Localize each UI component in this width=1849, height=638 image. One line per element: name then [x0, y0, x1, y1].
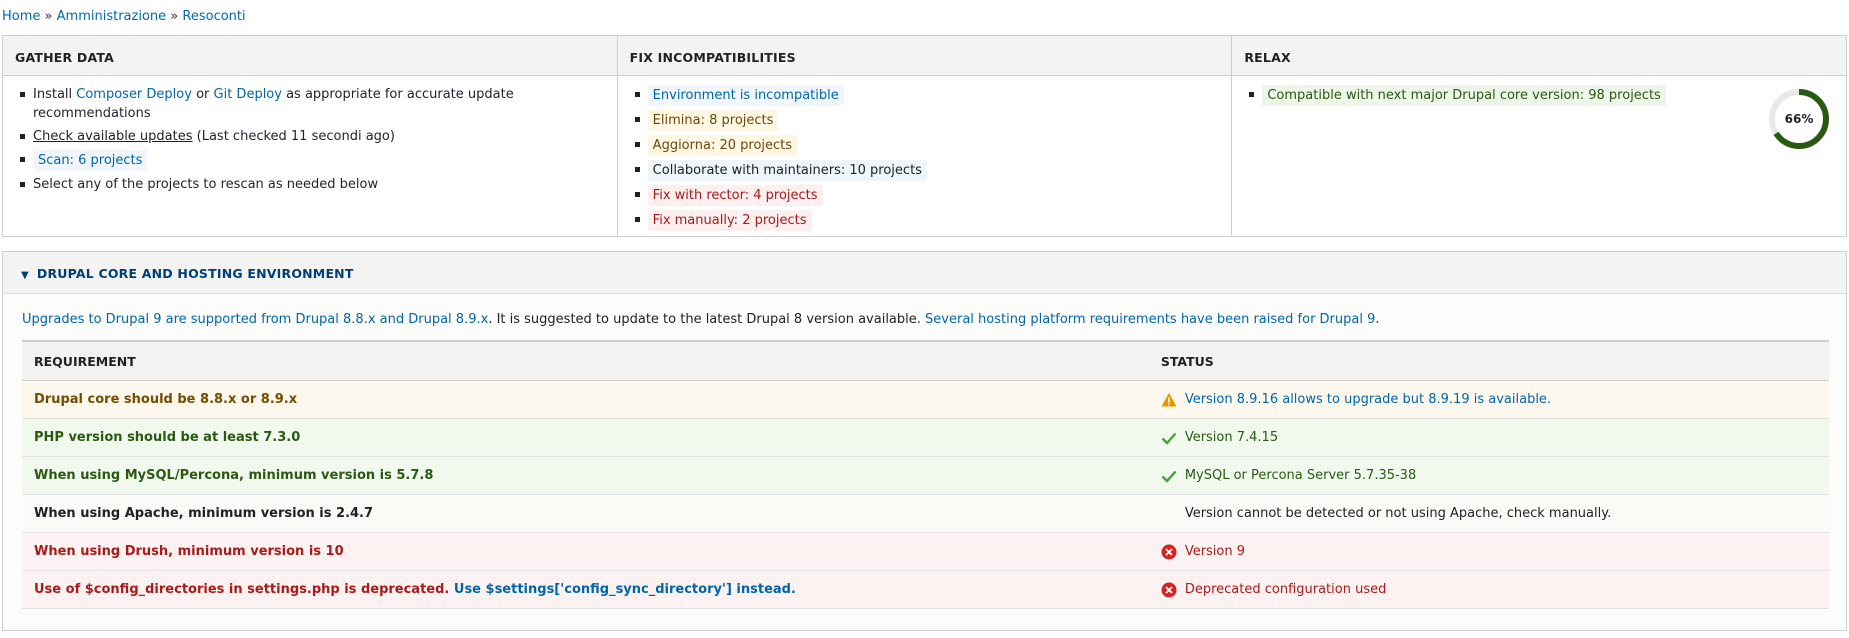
- relax-column: RELAX Compatible with next major Drupal …: [1232, 36, 1847, 236]
- status-cell: Version 9: [1148, 532, 1829, 571]
- or-text: or: [191, 87, 214, 102]
- table-row: When using MySQL/Percona, minimum versio…: [22, 456, 1829, 495]
- select-projects-item: Select any of the projects to rescan as …: [15, 175, 605, 194]
- requirement-cell: Use of $config_directories in settings.p…: [22, 570, 1149, 609]
- environment-intro-text: Upgrades to Drupal 9 are supported from …: [3, 294, 1846, 327]
- status-cell: Deprecated configuration used: [1148, 570, 1829, 609]
- table-row: Use of $config_directories in settings.p…: [22, 570, 1829, 609]
- triangle-down-icon: ▼: [21, 270, 29, 281]
- compatibility-progress-gauge: 66%: [1766, 86, 1832, 152]
- requirement-cell: When using MySQL/Percona, minimum versio…: [22, 456, 1149, 495]
- list-item: Environment is incompatible: [630, 85, 1220, 106]
- requirement-text: Use of $config_directories in settings.p…: [34, 582, 450, 597]
- gather-data-heading: GATHER DATA: [3, 36, 617, 76]
- fix-incompatibilities-column: FIX INCOMPATIBILITIES Environment is inc…: [617, 36, 1233, 236]
- status-text: MySQL or Percona Server 5.7.35-38: [1184, 468, 1417, 483]
- warning-icon: [1161, 393, 1177, 407]
- list-item: Fix manually: 2 projects: [630, 210, 1220, 231]
- fix-incompatibilities-list: Environment is incompatible Elimina: 8 p…: [630, 85, 1220, 231]
- list-item: Fix with rector: 4 projects: [630, 185, 1220, 206]
- details-summary-title: DRUPAL CORE AND HOSTING ENVIRONMENT: [36, 266, 354, 281]
- install-instruction: Install Composer Deploy or Git Deploy as…: [15, 85, 605, 123]
- hosting-requirements-link[interactable]: Several hosting platform requirements ha…: [925, 312, 1375, 327]
- fix-with-rector-link[interactable]: Fix with rector: 4 projects: [647, 185, 823, 206]
- list-item: Collaborate with maintainers: 10 project…: [630, 160, 1220, 181]
- breadcrumb-home-link[interactable]: Home: [2, 9, 40, 24]
- table-row: Drupal core should be 8.8.x or 8.9.x Ver…: [22, 380, 1829, 419]
- remove-projects-link[interactable]: Elimina: 8 projects: [647, 110, 779, 131]
- fix-incompatibilities-heading: FIX INCOMPATIBILITIES: [617, 36, 1232, 76]
- checkmark-icon: [1161, 432, 1177, 445]
- gather-data-column: GATHER DATA Install Composer Deploy or G…: [3, 36, 618, 236]
- error-icon: [1161, 582, 1177, 598]
- check-updates-link[interactable]: Check available updates: [33, 129, 193, 144]
- relax-list: Compatible with next major Drupal core v…: [1244, 85, 1834, 106]
- status-column-header: STATUS: [1148, 340, 1829, 381]
- composer-deploy-link[interactable]: Composer Deploy: [76, 87, 192, 102]
- update-projects-link[interactable]: Aggiorna: 20 projects: [647, 135, 798, 156]
- table-row: PHP version should be at least 7.3.0 Ver…: [22, 418, 1829, 457]
- requirement-column-header: REQUIREMENT: [22, 340, 1149, 381]
- install-prefix-text: Install: [33, 87, 77, 102]
- check-updates-item: Check available updates (Last checked 11…: [15, 127, 605, 146]
- breadcrumb-separator: »: [44, 9, 53, 24]
- drupal-core-environment-details: ▼ DRUPAL CORE AND HOSTING ENVIRONMENT Upg…: [2, 251, 1847, 631]
- scan-item: Scan: 6 projects: [15, 150, 605, 171]
- environment-incompatible-link[interactable]: Environment is incompatible: [647, 85, 844, 106]
- fix-manually-link[interactable]: Fix manually: 2 projects: [647, 210, 812, 231]
- list-item: Elimina: 8 projects: [630, 110, 1220, 131]
- status-cell: Version 8.9.16 allows to upgrade but 8.9…: [1148, 380, 1829, 419]
- gather-data-list: Install Composer Deploy or Git Deploy as…: [15, 85, 605, 194]
- status-text: Version 9: [1184, 544, 1246, 559]
- status-text: Version cannot be detected or not using …: [1184, 506, 1612, 521]
- intro-end-text: .: [1375, 312, 1380, 327]
- status-summary-table: GATHER DATA Install Composer Deploy or G…: [2, 35, 1847, 237]
- status-text: Version 7.4.15: [1184, 430, 1279, 445]
- status-cell: MySQL or Percona Server 5.7.35-38: [1148, 456, 1829, 495]
- table-row: When using Apache, minimum version is 2.…: [22, 494, 1829, 533]
- table-header-row: REQUIREMENT STATUS: [22, 340, 1829, 381]
- config-sync-directory-link[interactable]: Use $settings['config_sync_directory'] i…: [454, 582, 796, 597]
- progress-percent-label: 66%: [1784, 112, 1814, 126]
- status-text: Deprecated configuration used: [1184, 582, 1387, 597]
- requirement-cell: When using Apache, minimum version is 2.…: [22, 494, 1149, 533]
- status-cell: Version cannot be detected or not using …: [1148, 494, 1829, 533]
- compatible-projects-link[interactable]: Compatible with next major Drupal core v…: [1262, 85, 1666, 106]
- core-update-link[interactable]: Version 8.9.16 allows to upgrade but 8.9…: [1185, 392, 1551, 407]
- collaborate-projects-link[interactable]: Collaborate with maintainers: 10 project…: [647, 160, 927, 181]
- list-item: Compatible with next major Drupal core v…: [1244, 85, 1834, 106]
- scan-projects-link[interactable]: Scan: 6 projects: [33, 150, 148, 171]
- error-icon: [1161, 544, 1177, 560]
- checkmark-icon: [1161, 470, 1177, 483]
- breadcrumb-resoconti-link[interactable]: Resoconti: [182, 9, 245, 24]
- intro-middle-text: . It is suggested to update to the lates…: [488, 312, 926, 327]
- details-summary-toggle[interactable]: ▼ DRUPAL CORE AND HOSTING ENVIRONMENT: [3, 252, 1846, 294]
- breadcrumb: Home » Amministrazione » Resoconti: [2, 9, 246, 24]
- table-row: When using Drush, minimum version is 10 …: [22, 532, 1829, 571]
- requirement-cell: PHP version should be at least 7.3.0: [22, 418, 1149, 457]
- breadcrumb-amministrazione-link[interactable]: Amministrazione: [57, 9, 167, 24]
- git-deploy-link[interactable]: Git Deploy: [214, 87, 282, 102]
- status-cell: Version 7.4.15: [1148, 418, 1829, 457]
- breadcrumb-separator: »: [170, 9, 179, 24]
- requirements-table: REQUIREMENT STATUS Drupal core should be…: [22, 340, 1829, 609]
- requirement-cell: Drupal core should be 8.8.x or 8.9.x: [22, 380, 1149, 419]
- upgrade-support-link[interactable]: Upgrades to Drupal 9 are supported from …: [22, 312, 488, 327]
- last-checked-text: (Last checked 11 secondi ago): [192, 129, 395, 144]
- requirement-cell: When using Drush, minimum version is 10: [22, 532, 1149, 571]
- relax-heading: RELAX: [1232, 36, 1847, 76]
- list-item: Aggiorna: 20 projects: [630, 135, 1220, 156]
